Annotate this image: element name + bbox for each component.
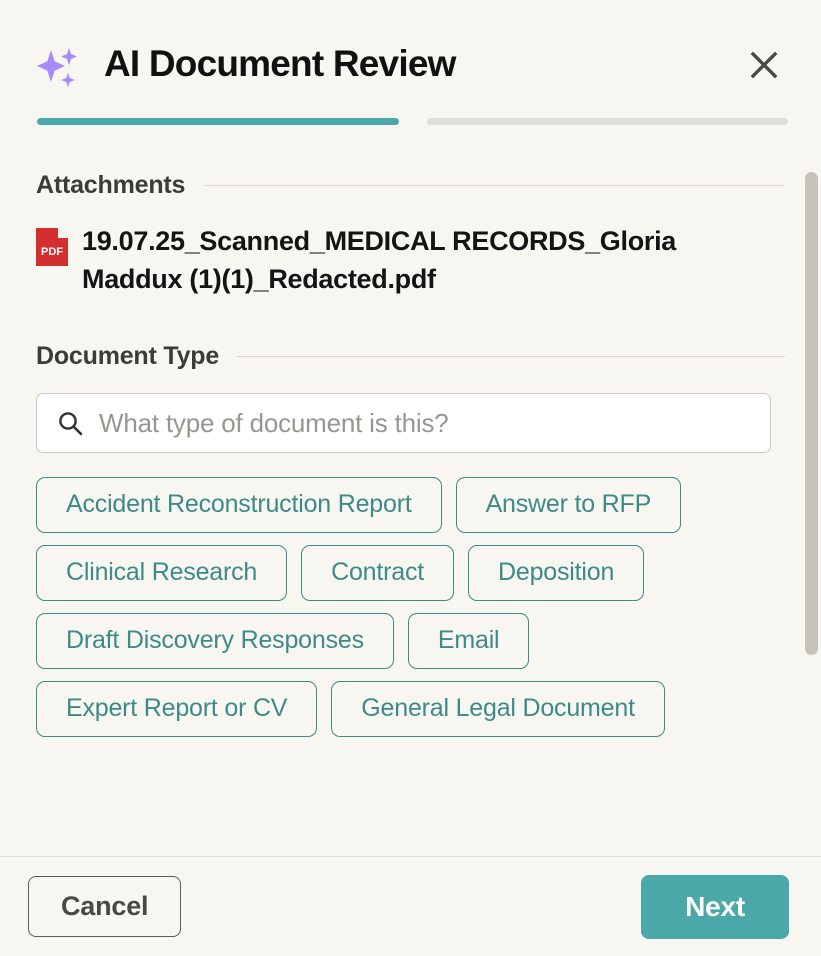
next-button[interactable]: Next: [641, 874, 789, 939]
document-type-option[interactable]: Expert Report or CV: [36, 681, 318, 737]
close-icon: [750, 51, 778, 79]
document-type-search-input[interactable]: [99, 407, 754, 439]
attachments-section-title: Attachments: [36, 171, 186, 199]
progress-stepper: [0, 94, 821, 125]
document-type-options-list: Accident Reconstruction Report Answer to…: [36, 477, 776, 737]
section-divider: [237, 356, 785, 357]
attachment-file-name: 19.07.25_Scanned_MEDICAL RECORDS_Gloria …: [82, 226, 677, 294]
sparkle-icon: [36, 42, 80, 94]
pdf-file-icon: PDF: [36, 228, 68, 266]
document-type-option[interactable]: Email: [407, 613, 530, 669]
modal-footer: Cancel Next: [0, 856, 821, 956]
document-type-option[interactable]: Deposition: [468, 545, 645, 601]
document-type-option[interactable]: Contract: [301, 545, 455, 601]
document-type-search-wrapper: [36, 393, 785, 453]
document-type-option[interactable]: General Legal Document: [331, 681, 665, 737]
search-box[interactable]: [36, 393, 771, 453]
section-divider: [203, 185, 785, 186]
cancel-button[interactable]: Cancel: [28, 876, 182, 937]
close-button[interactable]: [741, 42, 787, 88]
attachment-item[interactable]: PDF 19.07.25_Scanned_MEDICAL RECORDS_Glo…: [36, 222, 785, 298]
modal-body: Attachments PDF 19.07.25_Scanned_MEDICAL…: [0, 125, 821, 856]
document-type-option[interactable]: Clinical Research: [36, 545, 288, 601]
document-type-section-header: Document Type: [36, 342, 785, 371]
modal-header: AI Document Review: [0, 0, 821, 94]
document-type-option[interactable]: Accident Reconstruction Report: [36, 477, 442, 533]
page-title: AI Document Review: [104, 43, 456, 84]
search-icon: [57, 410, 83, 436]
document-type-section-title: Document Type: [36, 342, 220, 370]
attachments-section-header: Attachments: [36, 171, 785, 200]
progress-segment-1: [37, 118, 399, 125]
document-type-option[interactable]: Draft Discovery Responses: [36, 613, 394, 669]
document-type-option[interactable]: Answer to RFP: [455, 477, 682, 533]
scrollbar-thumb[interactable]: [805, 172, 818, 655]
svg-text:PDF: PDF: [41, 246, 63, 258]
ai-document-review-modal: AI Document Review Attachments PDF 19.07…: [0, 0, 821, 956]
progress-segment-2: [426, 118, 788, 125]
